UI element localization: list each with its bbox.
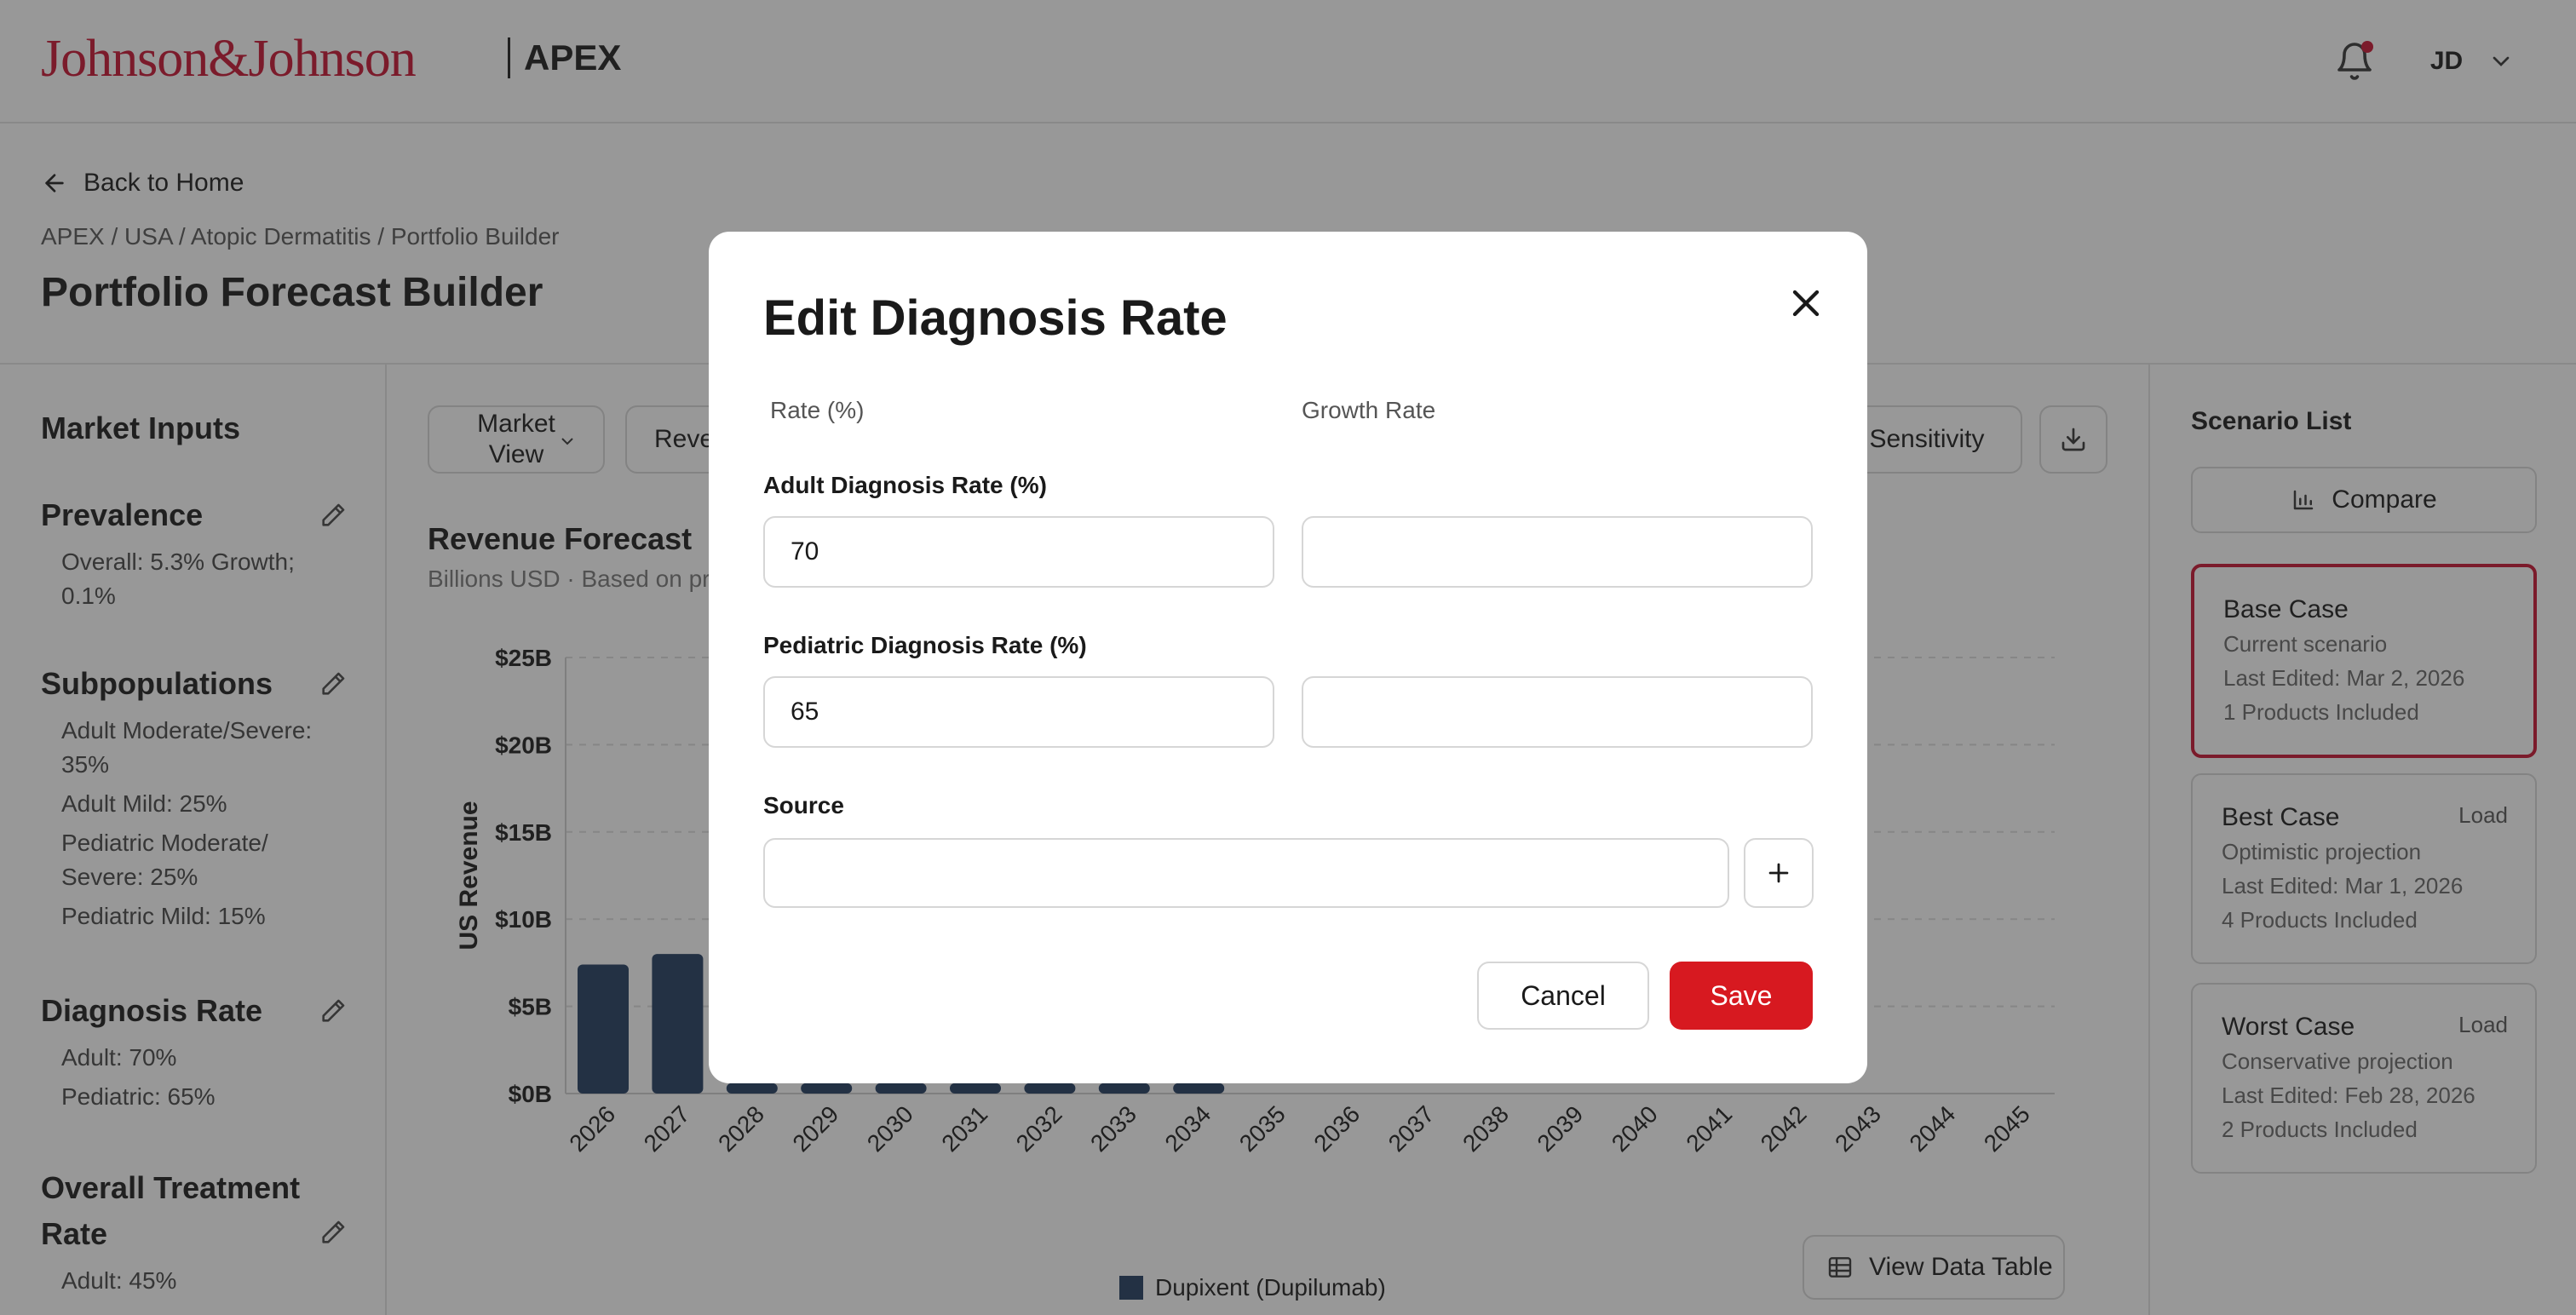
adult-rate-input[interactable] <box>763 516 1274 588</box>
pediatric-growth-input[interactable] <box>1302 676 1813 748</box>
source-label: Source <box>763 792 844 818</box>
rate-column-header: Rate (%) <box>770 397 865 423</box>
modal-title: Edit Diagnosis Rate <box>763 290 1228 346</box>
close-icon[interactable] <box>1784 281 1828 325</box>
add-source-button[interactable] <box>1744 838 1814 908</box>
save-button[interactable]: Save <box>1670 962 1813 1030</box>
edit-diagnosis-rate-modal: Edit Diagnosis Rate Rate (%) Growth Rate… <box>709 232 1867 1083</box>
cancel-button[interactable]: Cancel <box>1477 962 1649 1030</box>
pediatric-rate-label: Pediatric Diagnosis Rate (%) <box>763 632 1087 658</box>
source-input[interactable] <box>763 838 1729 908</box>
plus-icon <box>1768 863 1789 883</box>
adult-rate-label: Adult Diagnosis Rate (%) <box>763 472 1047 498</box>
pediatric-rate-input[interactable] <box>763 676 1274 748</box>
adult-growth-input[interactable] <box>1302 516 1813 588</box>
growth-column-header: Growth Rate <box>1302 397 1436 423</box>
